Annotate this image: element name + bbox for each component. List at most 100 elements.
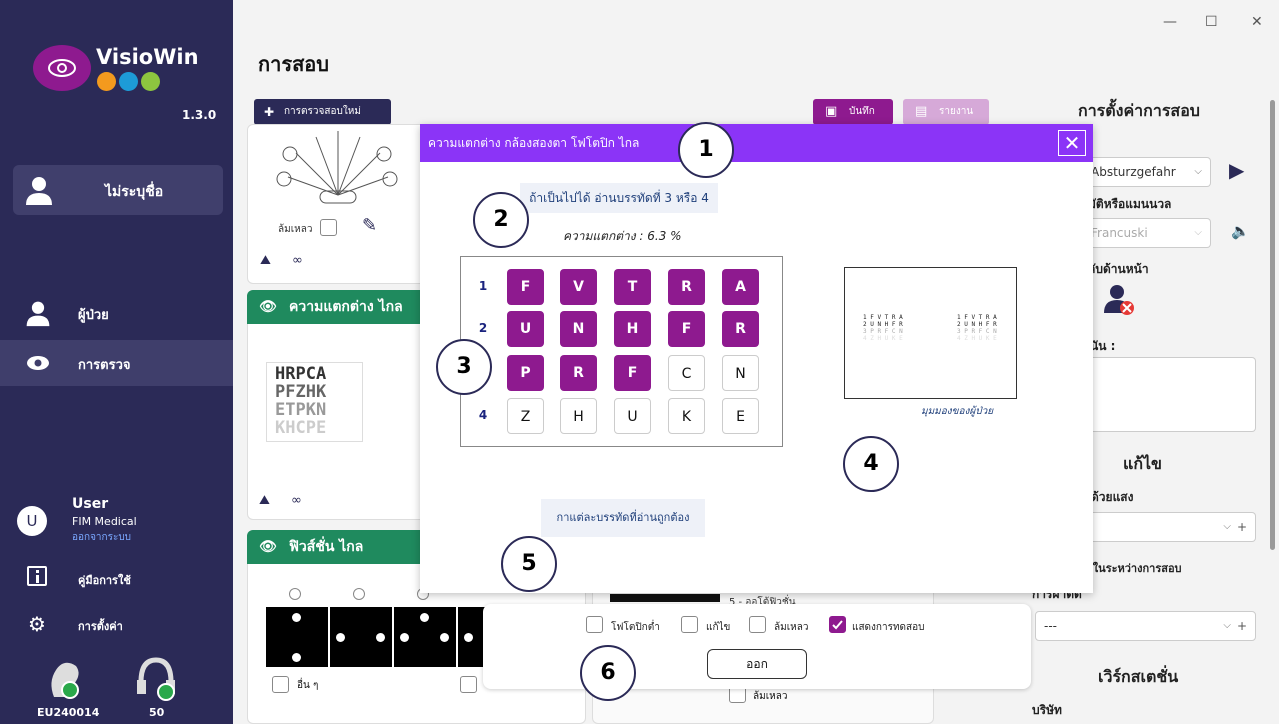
letter-cell[interactable]: F (614, 355, 651, 391)
letter-cell[interactable]: A (722, 269, 759, 305)
letter-cell[interactable]: Z (507, 398, 544, 434)
chart-row-2: PFZHK (275, 382, 327, 402)
device-2-label: 50 (149, 706, 165, 719)
add-file-icon: ✚ (264, 105, 275, 119)
contrast-group-header[interactable]: 👁 ความแตกต่าง ไกล (247, 290, 420, 324)
headphones-device-icon[interactable] (133, 652, 179, 702)
language-select[interactable]: Francuski ⌵ (1083, 218, 1211, 248)
letter-cell[interactable]: E (722, 398, 759, 434)
fusion-tile[interactable] (266, 607, 328, 667)
letter-cell[interactable]: P (507, 355, 544, 391)
dialog-title: ความแตกต่าง กล้องสองตา โฟโตปิก ไกล (428, 136, 640, 150)
eye-icon: 👁 (259, 299, 277, 315)
letter-cell[interactable]: H (614, 311, 651, 347)
show-test-checkbox[interactable] (829, 616, 846, 633)
nav-exam[interactable]: การตรวจ (0, 340, 233, 386)
others-checkbox-2[interactable] (460, 676, 477, 693)
letter-cell[interactable]: U (614, 398, 651, 434)
correction-checkbox[interactable] (681, 616, 698, 633)
note-textarea[interactable] (1083, 357, 1256, 432)
chart-row-4: KHCPE (275, 418, 327, 438)
chevron-down-icon: ⌵ (1223, 620, 1231, 631)
user-avatar[interactable]: U (17, 506, 47, 536)
report-icon: ▤ (915, 104, 928, 119)
logout-link[interactable]: ออกจากระบบ (72, 530, 131, 545)
mode-select-value: Absturzgefahr (1091, 165, 1176, 179)
eye-icon (119, 72, 138, 91)
dialog-close-button[interactable]: ✕ (1058, 130, 1086, 156)
patient-card[interactable]: ไม่ระบุชื่อ (13, 165, 223, 215)
letter-cell[interactable]: F (507, 269, 544, 305)
chart-row-1: HRPCA (275, 364, 327, 384)
mode-select[interactable]: Absturzgefahr ⌵ (1083, 157, 1211, 187)
right-scrollbar[interactable] (1270, 100, 1275, 550)
headset-device-icon[interactable] (44, 652, 90, 702)
letter-cell[interactable]: V (560, 269, 597, 305)
letter-cell[interactable]: T (614, 269, 651, 305)
maximize-button[interactable]: ☐ (1205, 14, 1218, 30)
close-window-button[interactable]: ✕ (1251, 14, 1263, 30)
plus-icon[interactable]: + (1237, 612, 1247, 640)
save-button[interactable]: ▣ บันทึก (813, 99, 893, 125)
others-checkbox[interactable] (272, 676, 289, 693)
letter-cell[interactable]: U (507, 311, 544, 347)
auto-manual-label: มัติหรือแมนนวล (1088, 197, 1172, 211)
eye-icon: 👁 (259, 539, 277, 555)
fail-checkbox[interactable] (320, 219, 337, 236)
radio-option[interactable] (353, 588, 365, 600)
glasses-icon[interactable]: ∞ (292, 253, 303, 268)
letter-cell[interactable]: R (560, 355, 597, 391)
callout-badge: 5 (501, 536, 557, 592)
minimize-button[interactable]: — (1163, 14, 1177, 30)
callout-badge: 4 (843, 436, 899, 492)
mountain-icon[interactable]: ⛰ (259, 493, 270, 508)
letter-cell[interactable]: N (560, 311, 597, 347)
contrast-chart-thumbnail: HRPCA PFZHK ETPKN KHCPE (266, 362, 363, 442)
pencil-icon[interactable]: ✎ (362, 215, 377, 236)
mountain-icon[interactable]: ⛰ (260, 253, 271, 268)
save-icon: ▣ (825, 104, 838, 119)
manual-link[interactable]: คู่มือการใช้ (78, 571, 131, 589)
preview-chart-left: 1 F V T R A2 U N H F R3 P R F C N4 Z H U… (863, 314, 903, 342)
correction-select[interactable]: ⌵ + (1083, 512, 1256, 542)
fan-chart-icon (276, 131, 398, 204)
row-number: 4 (478, 408, 488, 422)
speaker-icon[interactable]: 🔈 (1231, 222, 1250, 240)
checkmark-icon (832, 620, 843, 630)
fusion-tile[interactable] (330, 607, 392, 667)
settings-link[interactable]: การตั้งค่า (78, 617, 123, 635)
letter-cell[interactable]: H (560, 398, 597, 434)
callout-badge: 2 (473, 192, 529, 248)
fail-option-checkbox[interactable] (749, 616, 766, 633)
letter-cell[interactable]: K (668, 398, 705, 434)
play-icon[interactable]: ▶ (1229, 158, 1244, 182)
fusion-group-header[interactable]: 👁 ฟิวส์ชั่น ไกล (247, 530, 420, 564)
eye-icon (27, 356, 49, 370)
nav-patients[interactable]: ผู้ป่วย (0, 290, 233, 336)
report-label: รายงาน (939, 106, 974, 117)
letter-cell[interactable]: C (668, 355, 705, 391)
language-select-value: Francuski (1091, 226, 1148, 240)
letter-cell[interactable]: R (668, 269, 705, 305)
fusion-tile[interactable] (394, 607, 456, 667)
chevron-down-icon: ⌵ (1194, 166, 1202, 177)
no-user-icon[interactable] (1103, 283, 1137, 317)
letter-cell[interactable]: R (722, 311, 759, 347)
ear-icon (97, 72, 116, 91)
exit-button[interactable]: ออก (707, 649, 807, 679)
photopic-low-checkbox[interactable] (586, 616, 603, 633)
letter-cell[interactable]: N (722, 355, 759, 391)
settings-title: การตั้งค่าการสอบ (1078, 101, 1200, 120)
report-button[interactable]: ▤ รายงาน (903, 99, 989, 125)
radio-option[interactable] (289, 588, 301, 600)
device-1-label: EU240014 (37, 706, 100, 719)
others-label: อื่น ๆ (297, 680, 319, 691)
plus-icon[interactable]: + (1237, 513, 1247, 541)
surgery-select[interactable]: --- ⌵ + (1035, 611, 1256, 641)
new-exam-button[interactable]: ✚ การตรวจสอบใหม่ (254, 99, 391, 125)
save-label: บันทึก (849, 106, 875, 117)
front-label: ลับด้านหน้า (1088, 262, 1149, 276)
glasses-icon[interactable]: ∞ (291, 493, 302, 508)
sidebar: VisioWin 1.3.0 ไม่ระบุชื่อ ผู้ป่วย การตร… (0, 0, 233, 724)
letter-cell[interactable]: F (668, 311, 705, 347)
